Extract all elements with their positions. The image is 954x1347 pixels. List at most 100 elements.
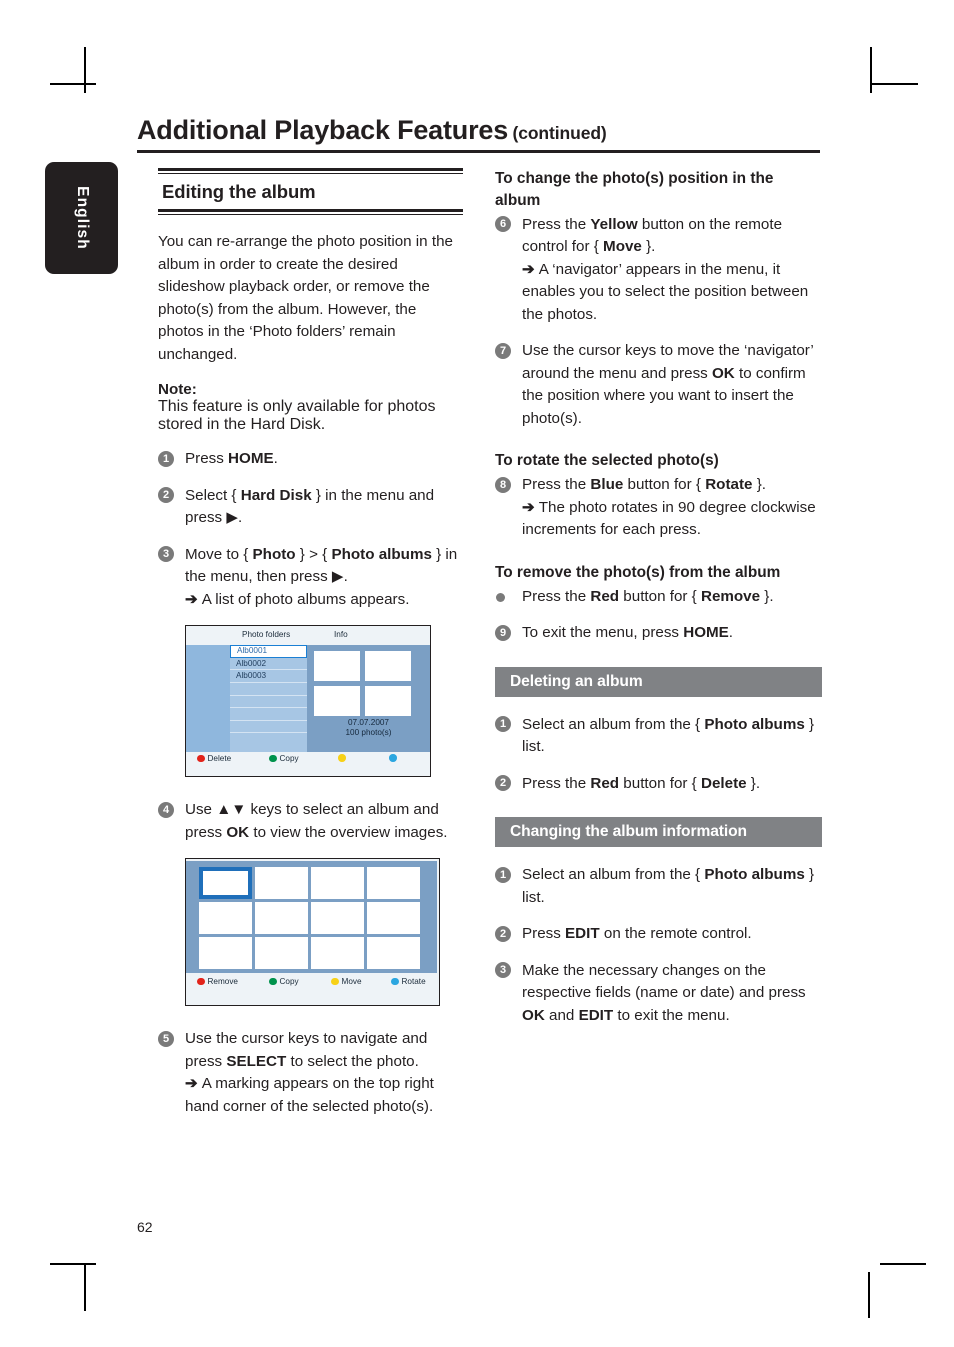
photo-thumbnail[interactable] <box>255 902 308 935</box>
color-button-label: Delete <box>207 754 232 764</box>
page-header: Additional Playback Features (continued) <box>137 115 820 146</box>
step-text-run: Press the <box>522 476 591 494</box>
step-text: Select an album from the { Photo albums … <box>522 866 814 906</box>
left-steps-group-a: 1 Press HOME. 2 Select { Hard Disk } in the… <box>158 448 463 611</box>
crop-mark-bottom-left-vertical <box>84 1265 86 1311</box>
photo-thumbnail[interactable] <box>311 867 364 900</box>
step-text-emphasis: Blue <box>590 476 624 494</box>
arrow-right-icon: ➔ <box>522 498 535 516</box>
step-number-badge: 7 <box>495 342 511 359</box>
step-text-emphasis: Hard Disk <box>240 486 312 504</box>
step-text-run: button for { <box>623 476 706 494</box>
step-text-run: and <box>544 1006 579 1024</box>
step-text-run: Select { <box>185 486 241 504</box>
step-text-emphasis: HOME <box>683 624 729 641</box>
album-list-item-empty <box>230 708 307 721</box>
step-text-run: to view the overview images. <box>249 823 448 841</box>
album-list-item[interactable]: Alb0002 <box>230 658 307 671</box>
step-text: Press the Yellow button on the remote co… <box>522 216 782 256</box>
step-result-line: ➔ The photo rotates in 90 degree clockwis… <box>522 497 822 542</box>
left-column: Editing the album You can re-arrange the… <box>158 168 463 1132</box>
album-list-item[interactable]: Alb0003 <box>230 670 307 683</box>
step-text-run: Press the <box>522 587 591 605</box>
photo-thumbnail[interactable] <box>255 867 308 900</box>
figure-folders-headers: Photo folders Info <box>186 630 430 643</box>
note-block: Note: This feature is only available for… <box>158 381 463 434</box>
instruction-step: 4 Use ▲▼ keys to select an album and pres… <box>158 799 463 844</box>
album-list-item-empty <box>230 683 307 696</box>
figure-folders-thumbnail-grid <box>314 651 411 717</box>
photo-thumbnail[interactable] <box>367 902 420 935</box>
step-text-run: }. <box>746 774 761 792</box>
color-button-move[interactable]: Move <box>331 977 362 986</box>
album-list-item-selected[interactable]: Alb0001 <box>230 645 307 658</box>
bullet-dot-icon <box>496 592 505 602</box>
instruction-step: 1 Select an album from the { Photo albums… <box>495 864 822 909</box>
figure-folders-header-info: Info <box>334 630 348 640</box>
arrow-right-icon: ➔ <box>185 590 198 608</box>
step-number-badge: 3 <box>158 546 174 563</box>
photo-thumbnail-selected[interactable] <box>199 867 252 900</box>
step-text-run: Press <box>185 450 229 468</box>
step-text-emphasis: EDIT <box>578 1006 614 1024</box>
arrow-right-icon: ➔ <box>522 260 535 278</box>
color-button-label: Remove <box>207 977 239 987</box>
language-tab: English <box>45 162 118 274</box>
instruction-step: 8 Press the Blue button for { Rotate }. ➔ T… <box>495 474 822 542</box>
step-text-run: }. <box>752 476 766 494</box>
color-button-delete[interactable]: Delete <box>197 754 231 763</box>
color-dot-icon <box>338 754 346 762</box>
step-text-emphasis: Red <box>590 587 620 605</box>
crop-mark-top-right-vertical <box>870 47 872 93</box>
figure-folders-thumbnail <box>314 651 360 682</box>
step-result-text: The photo rotates in 90 degree clockwise… <box>522 498 816 539</box>
step-text-emphasis: EDIT <box>565 925 600 942</box>
rule-bottom-thin <box>158 213 463 216</box>
photo-thumbnail[interactable] <box>311 937 364 970</box>
album-list-item-empty <box>230 696 307 709</box>
figure-photo-folders-menu: Photo folders Info Alb0001 Alb0002 Alb0003… <box>185 625 431 778</box>
photo-thumbnail[interactable] <box>367 937 420 970</box>
step-text-emphasis: Photo albums <box>704 866 805 883</box>
step-text-emphasis: OK <box>711 364 735 382</box>
color-button-remove[interactable]: Remove <box>197 977 238 986</box>
change-steps-group: 1 Select an album from the { Photo albums… <box>495 864 822 1027</box>
instruction-step: 1 Press HOME. <box>158 448 463 471</box>
page-number: 62 <box>137 1219 153 1235</box>
step-text: Use the cursor keys to move the ‘navigat… <box>522 342 813 427</box>
step-text-emphasis: Rotate <box>705 476 753 494</box>
photo-thumbnail[interactable] <box>199 937 252 970</box>
page-title-continued: (continued) <box>512 123 607 143</box>
photo-thumbnail[interactable] <box>199 902 252 935</box>
color-button-copy[interactable]: Copy <box>269 754 299 763</box>
crop-mark-top-left-vertical <box>84 47 86 93</box>
step-number-badge: 6 <box>495 216 511 233</box>
step-text-run: Move to { <box>185 545 253 563</box>
step-number-badge: 1 <box>495 716 511 732</box>
color-button[interactable] <box>338 754 346 762</box>
color-button-label: Copy <box>279 977 299 987</box>
color-button-copy[interactable]: Copy <box>269 977 299 986</box>
step-text-run: button for { <box>619 587 701 605</box>
instruction-step: Press the Red button for { Remove }. <box>495 586 822 609</box>
photo-thumbnail[interactable] <box>367 867 420 900</box>
color-button[interactable] <box>389 754 397 762</box>
section-heading-editing-the-album: Editing the album <box>158 168 463 216</box>
color-button-rotate[interactable]: Rotate <box>391 977 426 986</box>
step-text-emphasis: OK <box>226 823 250 841</box>
right-steps-group-67: 6 Press the Yellow button on the remote c… <box>495 214 822 431</box>
step-text: Use ▲▼ keys to select an album and press… <box>185 801 448 841</box>
photo-thumbnail[interactable] <box>311 902 364 935</box>
step-text: Press the Blue button for { Rotate }. <box>522 476 766 493</box>
photo-thumbnail[interactable] <box>255 937 308 970</box>
step-number-badge: 2 <box>495 925 511 942</box>
banner-changing-the-album-information: Changing the album information <box>495 817 822 847</box>
step-text: Press the Red button for { Delete }. <box>522 775 760 792</box>
step-result-text: A marking appears on the top right hand … <box>185 1075 434 1115</box>
step-text-emphasis: HOME <box>228 450 274 468</box>
figure-folders-thumbnail <box>365 686 411 717</box>
step-text-run: To exit the menu, press <box>522 624 684 641</box>
figure-grid-cells <box>199 867 420 970</box>
section-title-text: Editing the album <box>162 181 316 203</box>
delete-steps-group: 1 Select an album from the { Photo albums… <box>495 714 822 796</box>
